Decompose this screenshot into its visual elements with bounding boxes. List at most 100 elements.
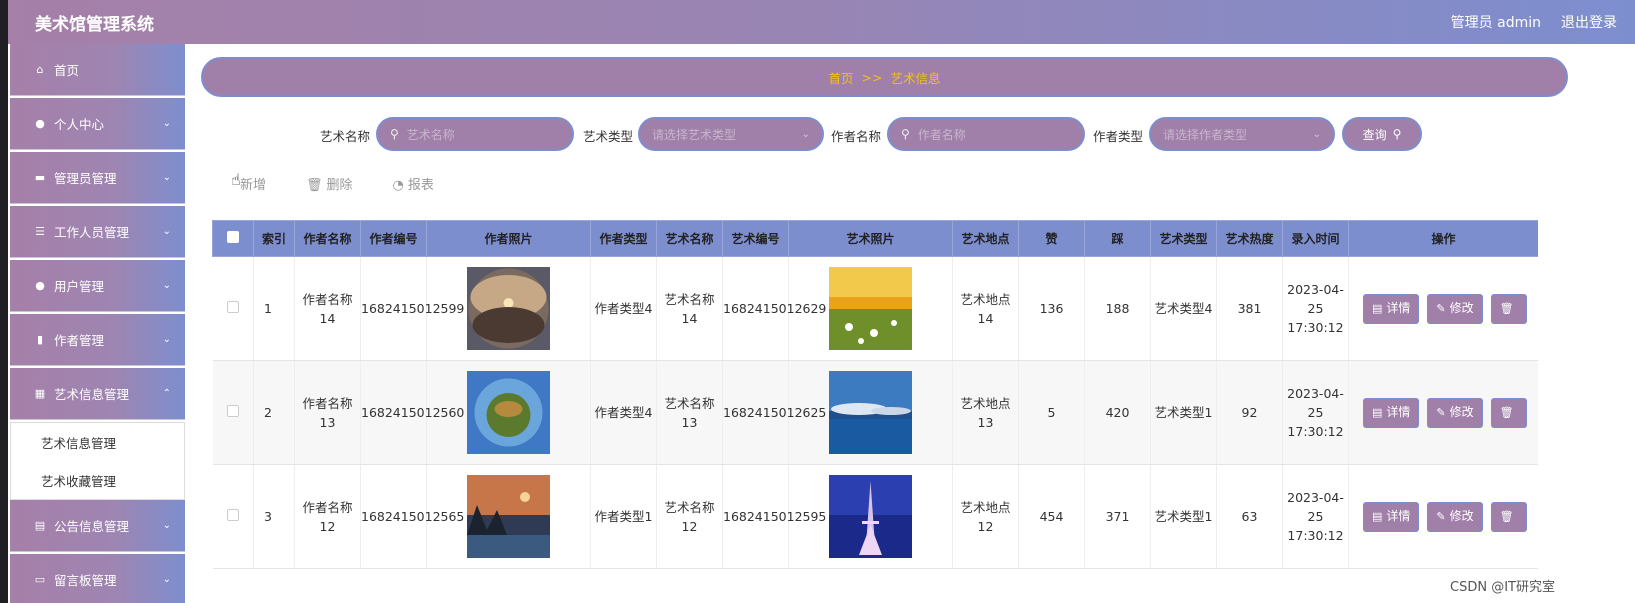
row-checkbox-cell[interactable]	[212, 464, 254, 569]
author-no-cell: 1682415012565	[360, 464, 464, 569]
art-photo[interactable]	[829, 371, 912, 454]
chevron-down-icon: ⌄	[162, 520, 171, 531]
monitor-icon: ▬	[34, 170, 46, 184]
sidebar-item-home[interactable]: ⌂ 首页	[10, 44, 185, 96]
art-info-table: 索引 作者名称 作者编号 作者照片 作者类型 艺术名称 艺术编号 艺术照片 艺术…	[212, 220, 1538, 569]
submenu-item-art-info[interactable]: 艺术信息管理	[11, 423, 184, 461]
chevron-up-icon: ⌃	[162, 388, 171, 399]
column-header[interactable]: 艺术地点	[952, 220, 1019, 257]
sidebar-item-author-management[interactable]: ▮ 作者管理 ⌄	[10, 314, 185, 366]
bulb-icon: ●	[35, 278, 45, 292]
checkbox[interactable]	[226, 509, 239, 521]
edit-button[interactable]: ✎ 修改	[1427, 501, 1483, 532]
art-location-cell: 艺术地点13	[952, 360, 1019, 465]
header-actions: 管理员 admin 退出登录	[1451, 12, 1617, 32]
art-photo[interactable]	[829, 475, 912, 558]
column-header[interactable]: 作者名称	[294, 220, 361, 257]
column-header[interactable]: 录入时间	[1282, 220, 1349, 257]
select-all-checkbox[interactable]	[212, 220, 254, 257]
breadcrumb-current: 艺术信息	[890, 70, 941, 86]
operations-cell: ▤ 详情 ✎ 修改 🗑︎	[1348, 256, 1538, 361]
column-header[interactable]: 作者照片	[426, 220, 591, 257]
sidebar-item-art-info-management[interactable]: ▦ 艺术信息管理 ⌃	[10, 368, 185, 420]
submenu-item-art-collection[interactable]: 艺术收藏管理	[11, 461, 184, 499]
author-type-cell: 作者类型1	[590, 464, 657, 569]
author-type-select[interactable]: 请选择作者类型 ⌄	[1149, 117, 1335, 151]
report-label: 报表	[407, 178, 434, 193]
author-photo[interactable]	[467, 475, 550, 558]
trash-icon: 🗑︎	[1499, 406, 1514, 419]
edit-button[interactable]: ✎ 修改	[1427, 293, 1483, 324]
top-header: 美术馆管理系统 管理员 admin 退出登录	[0, 0, 1635, 603]
dislikes-cell: 188	[1084, 256, 1151, 361]
detail-button[interactable]: ▤ 详情	[1363, 293, 1420, 324]
index-cell: 2	[253, 360, 295, 465]
delete-row-button[interactable]: 🗑︎	[1490, 501, 1527, 532]
author-name-input[interactable]: ⚲ 作者名称	[887, 117, 1085, 151]
row-checkbox-cell[interactable]	[212, 360, 254, 465]
column-header[interactable]: 赞	[1018, 220, 1085, 257]
author-photo[interactable]	[467, 371, 550, 454]
home-icon: ⌂	[36, 62, 44, 76]
document-icon: ▤	[1372, 510, 1383, 523]
likes-cell: 454	[1018, 464, 1085, 569]
author-name-cell: 作者名称13	[294, 360, 361, 465]
detail-button[interactable]: ▤ 详情	[1363, 397, 1420, 428]
author-name-cell: 作者名称14	[294, 256, 361, 361]
column-header[interactable]: 艺术名称	[656, 220, 723, 257]
checkbox[interactable]	[227, 231, 239, 243]
report-button[interactable]: ◔ 报表	[393, 174, 434, 193]
column-header[interactable]: 索引	[253, 220, 295, 257]
search-icon: ⚲	[1392, 127, 1402, 141]
sidebar-item-message-board[interactable]: ▭ 留言板管理 ⌄	[10, 554, 185, 603]
admin-user-label[interactable]: 管理员 admin	[1451, 12, 1541, 32]
column-header[interactable]: 作者类型	[590, 220, 657, 257]
checkbox[interactable]	[226, 405, 239, 417]
chevron-down-icon: ⌄	[162, 226, 171, 237]
sidebar-item-user-management[interactable]: ● 用户管理 ⌄	[10, 260, 185, 312]
window-edge	[0, 0, 8, 603]
author-photo[interactable]	[467, 267, 550, 350]
trash-icon: 🗑︎	[1499, 510, 1514, 523]
column-header[interactable]: 作者编号	[360, 220, 427, 257]
author-name-cell: 作者名称12	[294, 464, 361, 569]
sidebar-item-notice-management[interactable]: ▤ 公告信息管理 ⌄	[10, 500, 185, 552]
art-type-select[interactable]: 请选择艺术类型 ⌄	[638, 117, 824, 151]
column-header[interactable]: 踩	[1084, 220, 1151, 257]
column-header[interactable]: 操作	[1348, 220, 1538, 257]
heat-cell: 92	[1216, 360, 1283, 465]
chevron-down-icon: ⌄	[162, 280, 171, 291]
add-button[interactable]: 新增	[240, 174, 266, 193]
column-header[interactable]: 艺术照片	[788, 220, 953, 257]
sidebar-item-personal-center[interactable]: ● 个人中心 ⌄	[10, 98, 185, 150]
delete-row-button[interactable]: 🗑︎	[1490, 293, 1527, 324]
delete-row-button[interactable]: 🗑︎	[1490, 397, 1527, 428]
query-button[interactable]: 查询 ⚲	[1342, 117, 1422, 151]
detail-button[interactable]: ▤ 详情	[1363, 501, 1420, 532]
edit-button[interactable]: ✎ 修改	[1427, 397, 1483, 428]
sidebar-item-admin-management[interactable]: ▬ 管理员管理 ⌄	[10, 152, 185, 204]
art-name-cell: 艺术名称13	[656, 360, 723, 465]
art-type-placeholder: 请选择艺术类型	[652, 127, 737, 142]
column-header[interactable]: 艺术类型	[1150, 220, 1217, 257]
sidebar-item-staff-management[interactable]: ☰ 工作人员管理 ⌄	[10, 206, 185, 258]
delete-button[interactable]: 🗑︎ 删除	[306, 174, 353, 193]
row-checkbox-cell[interactable]	[212, 256, 254, 361]
likes-cell: 5	[1018, 360, 1085, 465]
author-no-cell: 1682415012599	[360, 256, 464, 361]
art-photo[interactable]	[829, 267, 912, 350]
art-no-cell: 1682415012595	[722, 464, 826, 569]
breadcrumb-home[interactable]: 首页	[829, 68, 854, 87]
logout-link[interactable]: 退出登录	[1561, 12, 1617, 32]
detail-label: 详情	[1386, 301, 1411, 315]
column-header[interactable]: 艺术编号	[722, 220, 789, 257]
art-name-input[interactable]: ⚲ 艺术名称	[376, 117, 574, 151]
delete-label: 删除	[326, 178, 353, 193]
sidebar-item-label: 工作人员管理	[54, 225, 130, 240]
app-title: 美术馆管理系统	[35, 14, 154, 35]
sidebar-item-label: 留言板管理	[54, 573, 117, 588]
checkbox[interactable]	[226, 301, 239, 313]
art-name-cell: 艺术名称14	[656, 256, 723, 361]
author-type-cell: 作者类型4	[590, 256, 657, 361]
column-header[interactable]: 艺术热度	[1216, 220, 1283, 257]
